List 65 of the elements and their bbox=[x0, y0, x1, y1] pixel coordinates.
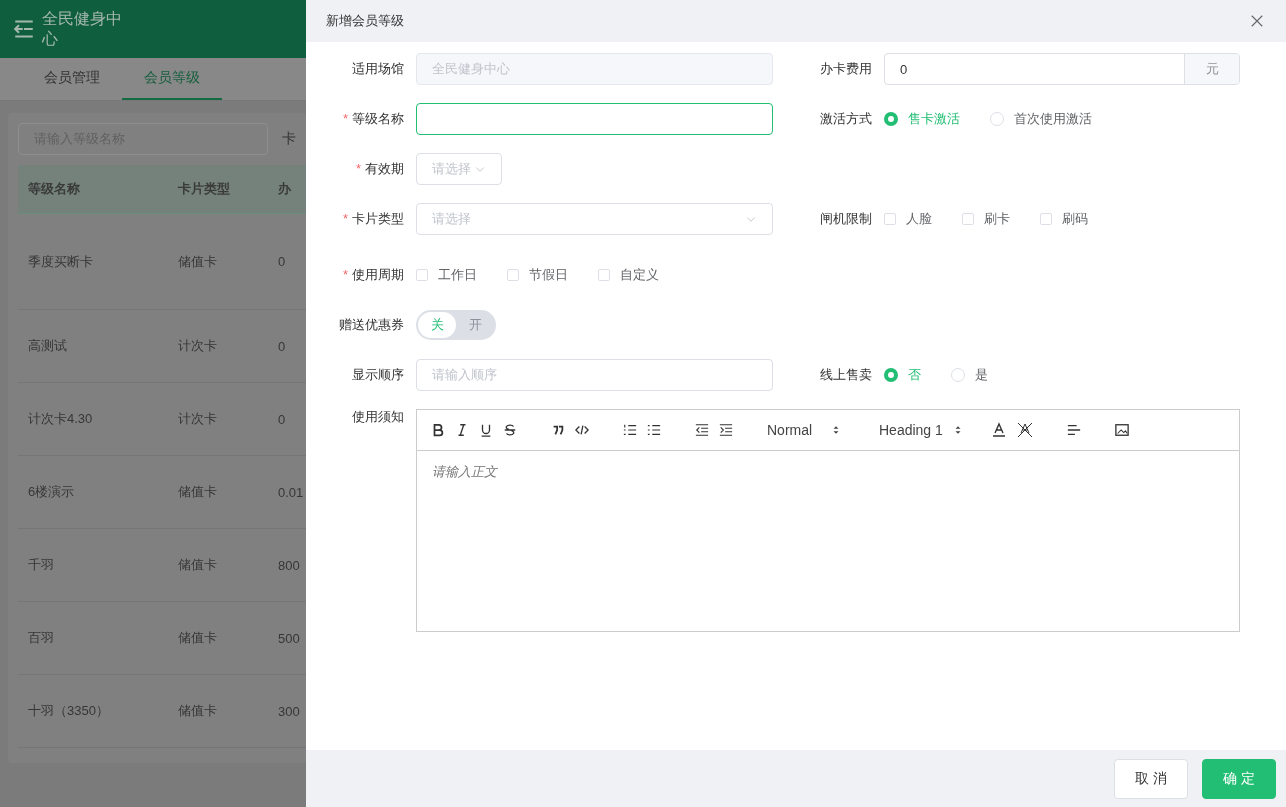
updown-caret-icon bbox=[831, 425, 841, 435]
text-field[interactable] bbox=[416, 103, 773, 135]
field-label: * 等级名称 bbox=[341, 110, 405, 128]
ordered-list-icon bbox=[623, 423, 637, 437]
field-label: * 有效期 bbox=[354, 160, 405, 178]
outdent-icon bbox=[695, 423, 709, 437]
bullet-list-icon bbox=[647, 423, 661, 437]
table-cell: 储值卡 bbox=[168, 674, 268, 748]
table-cell: 储值卡 bbox=[168, 455, 268, 529]
table-cell: 计次卡 bbox=[168, 382, 268, 456]
highlight-icon bbox=[1016, 422, 1033, 438]
strikethrough-icon bbox=[503, 423, 517, 437]
table-cell: 千羽 bbox=[18, 528, 168, 602]
checkbox-option[interactable]: 自定义 bbox=[598, 266, 659, 284]
field-label: 使用须知 bbox=[351, 409, 405, 425]
underline-icon bbox=[479, 423, 493, 437]
table-cell: 高测试 bbox=[18, 309, 168, 383]
field-label: 闸机限制 bbox=[819, 210, 873, 228]
field-label: 显示顺序 bbox=[351, 366, 405, 384]
table-cell: 计次卡 bbox=[168, 309, 268, 383]
bold-icon bbox=[431, 423, 445, 437]
table-cell: 百羽 bbox=[18, 601, 168, 675]
column-header: 卡片类型 bbox=[168, 165, 268, 214]
table-cell: 计次卡4.30 bbox=[18, 382, 168, 456]
heading-select[interactable]: Heading 1 bbox=[879, 422, 963, 438]
table-cell: 十羽（3350） bbox=[18, 674, 168, 748]
radio-option[interactable]: 首次使用激活 bbox=[990, 110, 1092, 128]
field-label: * 卡片类型 bbox=[341, 210, 405, 228]
field-label: 适用场馆 bbox=[351, 60, 405, 78]
fee-field[interactable]: 0 元 bbox=[884, 53, 1240, 85]
checkbox-option[interactable]: 刷卡 bbox=[962, 210, 1010, 228]
table-cell: 储值卡 bbox=[168, 528, 268, 602]
editor-placeholder: 请输入正文 bbox=[432, 464, 497, 479]
table-cell: 6楼演示 bbox=[18, 455, 168, 529]
column-header: 等级名称 bbox=[18, 165, 168, 214]
checkbox-option[interactable]: 工作日 bbox=[416, 266, 477, 284]
app-title: 全民健身中心 bbox=[42, 9, 123, 49]
field-label: 激活方式 bbox=[819, 110, 873, 128]
cancel-button[interactable]: 取 消 bbox=[1114, 758, 1188, 799]
checkbox-option[interactable]: 人脸 bbox=[884, 210, 932, 228]
drawer-title: 新增会员等级 bbox=[326, 12, 404, 30]
code-icon bbox=[575, 423, 589, 437]
checkbox-option[interactable]: 刷码 bbox=[1040, 210, 1088, 228]
rich-text-editor[interactable]: Normal Heading 1 请输入正文 bbox=[416, 409, 1240, 632]
field-label: 办卡费用 bbox=[819, 60, 873, 78]
checkbox-option[interactable]: 节假日 bbox=[507, 266, 568, 284]
field-label: 线上售卖 bbox=[819, 366, 873, 384]
text-color-icon bbox=[990, 422, 1007, 438]
column-header: 办 bbox=[268, 165, 306, 214]
quote-icon bbox=[551, 423, 565, 437]
close-icon bbox=[1250, 14, 1264, 28]
close-button[interactable] bbox=[1250, 14, 1264, 28]
image-icon bbox=[1114, 423, 1129, 437]
radio-option[interactable]: 是 bbox=[951, 366, 988, 384]
indent-icon bbox=[719, 423, 733, 437]
field-label: * 使用周期 bbox=[341, 266, 405, 284]
format-select[interactable]: Normal bbox=[767, 422, 841, 438]
filter-label: 卡 bbox=[282, 130, 296, 148]
table-cell: 季度买断卡 bbox=[18, 213, 168, 310]
table-cell: 储值卡 bbox=[168, 601, 268, 675]
field-label: 赠送优惠券 bbox=[338, 316, 405, 334]
align-left-icon bbox=[1066, 423, 1081, 437]
table-cell: 储值卡 bbox=[168, 213, 268, 310]
tab[interactable]: 会员管理 bbox=[22, 58, 122, 100]
collapse-menu-icon bbox=[14, 19, 34, 39]
